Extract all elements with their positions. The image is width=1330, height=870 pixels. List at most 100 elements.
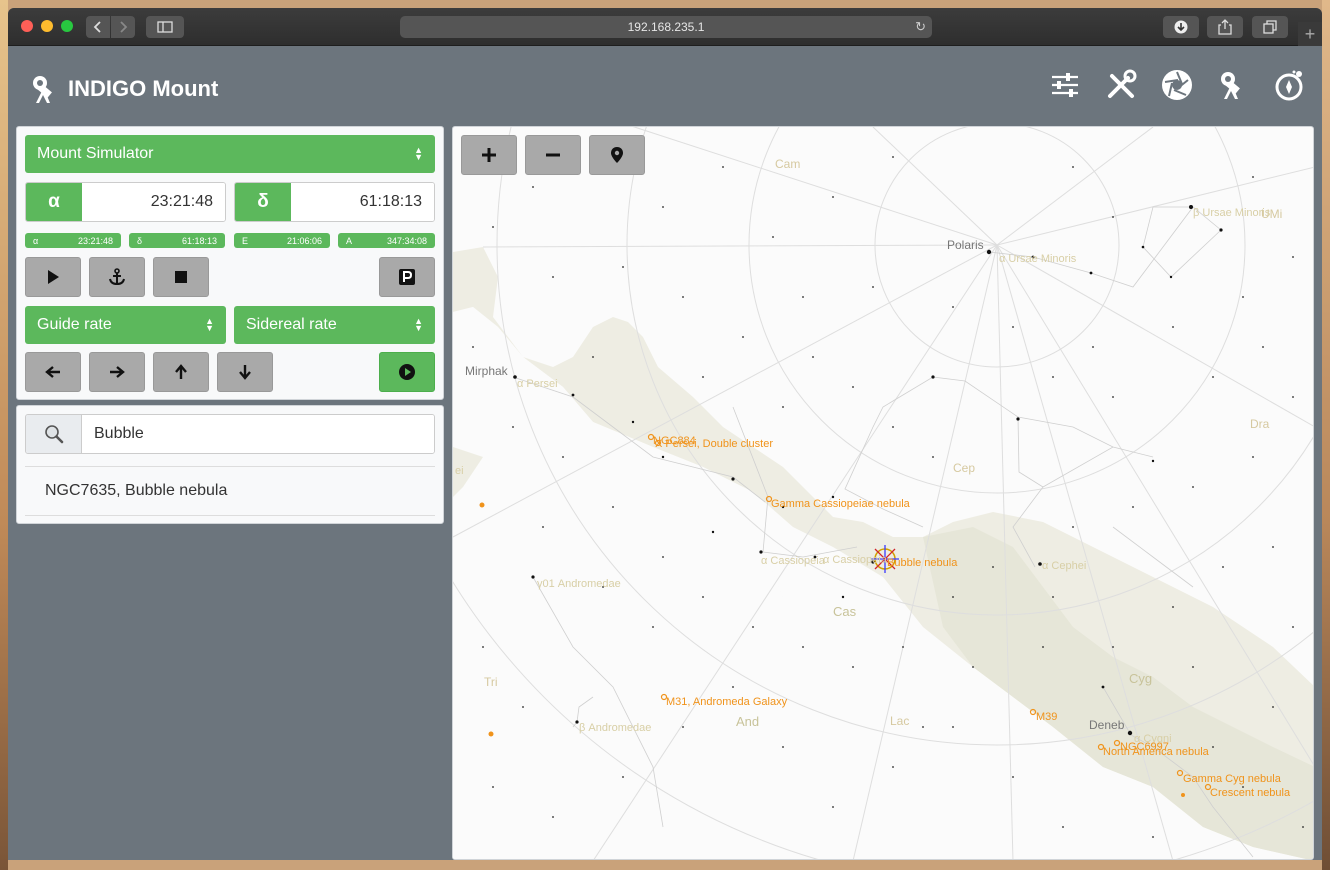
close-window-button[interactable] bbox=[21, 20, 33, 32]
device-select[interactable]: Mount Simulator ▲ ▼ bbox=[25, 135, 435, 173]
dso-label: Gamma Cyg nebula bbox=[1183, 773, 1281, 785]
badge-value: 61:18:13 bbox=[181, 235, 217, 246]
desktop-wallpaper-left bbox=[0, 0, 8, 870]
search-input[interactable] bbox=[82, 415, 434, 453]
forward-button[interactable] bbox=[111, 16, 135, 38]
downloads-button[interactable] bbox=[1163, 16, 1199, 38]
badge-label: E bbox=[242, 235, 249, 246]
dec-value[interactable]: 61:18:13 bbox=[291, 183, 434, 221]
constellation-label: Cyg bbox=[1129, 671, 1153, 686]
reload-icon[interactable]: ↻ bbox=[915, 19, 926, 35]
tab-overview-button[interactable] bbox=[1252, 16, 1288, 38]
stop-icon bbox=[175, 271, 187, 283]
telescope-icon bbox=[33, 76, 52, 103]
play-icon bbox=[48, 270, 59, 284]
tabs-icon bbox=[1263, 20, 1277, 34]
new-tab-button[interactable]: + bbox=[1298, 22, 1322, 46]
object-search-panel: NGC7635, Bubble nebula bbox=[16, 405, 444, 524]
move-south-button[interactable] bbox=[217, 352, 273, 392]
select-arrows-icon: ▲ ▼ bbox=[414, 145, 423, 162]
sky-compass-icon[interactable] bbox=[1272, 68, 1306, 102]
badge-label: δ bbox=[137, 235, 143, 246]
dec-field[interactable]: δ 61:18:13 bbox=[234, 182, 435, 222]
tools-icon[interactable] bbox=[1104, 68, 1138, 102]
browser-window: 192.168.235.1 ↻ + INDIGO Mount Mount Sim… bbox=[8, 8, 1322, 860]
dso-label: Bubble nebula bbox=[887, 557, 958, 569]
desktop-wallpaper-right bbox=[1322, 0, 1330, 870]
star-label: α Cassiopeia bbox=[761, 555, 825, 567]
plus-icon bbox=[482, 148, 496, 162]
badge-value: 23:21:48 bbox=[77, 235, 113, 246]
sky-map[interactable]: Cam UMi Dra Cep Cas Cyg Lac And Tri Pola… bbox=[452, 126, 1314, 860]
star-label: Mirphak bbox=[465, 364, 508, 378]
arrow-up-icon bbox=[175, 364, 187, 379]
abort-button[interactable] bbox=[153, 257, 209, 297]
dso-label: M31, Andromeda Galaxy bbox=[666, 696, 788, 708]
ra-field[interactable]: α 23:21:48 bbox=[25, 182, 226, 222]
sync-button[interactable] bbox=[89, 257, 145, 297]
mount-control-panel: Mount Simulator ▲ ▼ α 23:21:48 δ 61:18:13… bbox=[16, 126, 444, 400]
minimize-window-button[interactable] bbox=[41, 20, 53, 32]
park-button[interactable] bbox=[379, 257, 435, 297]
dec-badge: δ 61:18:13 bbox=[129, 233, 225, 248]
star-label: β Ursae Minoris bbox=[1193, 207, 1271, 219]
dso-label: North America nebula bbox=[1103, 746, 1209, 758]
dso-label: M39 bbox=[1036, 711, 1058, 723]
badge-value: 21:06:06 bbox=[286, 235, 322, 246]
star-label: ei bbox=[455, 465, 464, 477]
dec-label: δ bbox=[235, 183, 291, 221]
constellation-label: Cep bbox=[953, 461, 976, 475]
tracking-toggle-button[interactable] bbox=[379, 352, 435, 392]
url-text: 192.168.235.1 bbox=[627, 20, 705, 34]
constellation-label: Cas bbox=[833, 604, 857, 619]
ra-label: α bbox=[26, 183, 82, 221]
move-east-button[interactable] bbox=[89, 352, 145, 392]
constellation-label: And bbox=[736, 714, 760, 729]
ra-value[interactable]: 23:21:48 bbox=[82, 183, 225, 221]
star-label: α Persei bbox=[517, 378, 558, 390]
guide-rate-value: Guide rate bbox=[37, 316, 112, 333]
zoom-in-button[interactable] bbox=[461, 135, 517, 175]
dso-label: X Persei, Double cluster bbox=[655, 438, 773, 450]
badge-label: A bbox=[346, 235, 353, 246]
ra-badge: α 23:21:48 bbox=[25, 233, 121, 248]
park-icon bbox=[399, 269, 415, 285]
move-west-button[interactable] bbox=[25, 352, 81, 392]
brand[interactable]: INDIGO Mount bbox=[28, 72, 218, 106]
search-field bbox=[25, 414, 435, 454]
search-result-item[interactable]: NGC7635, Bubble nebula bbox=[25, 466, 435, 516]
arrow-down-icon bbox=[239, 365, 251, 380]
constellation-label: Tri bbox=[484, 675, 498, 689]
badge-value: 347:34:08 bbox=[386, 235, 427, 246]
tracking-rate-select[interactable]: Sidereal rate ▲ ▼ bbox=[234, 306, 435, 344]
telescope-icon[interactable] bbox=[1216, 68, 1250, 102]
star-label: Polaris bbox=[947, 238, 984, 252]
back-button[interactable] bbox=[86, 16, 110, 38]
top-toolbar bbox=[1048, 68, 1306, 102]
sliders-icon[interactable] bbox=[1048, 68, 1082, 102]
share-button[interactable] bbox=[1207, 16, 1243, 38]
aperture-icon[interactable] bbox=[1160, 68, 1194, 102]
constellation-label: Lac bbox=[890, 714, 910, 728]
play-circle-icon bbox=[399, 364, 415, 380]
map-pin-icon bbox=[611, 147, 623, 163]
address-bar[interactable]: 192.168.235.1 ↻ bbox=[400, 16, 932, 38]
azimuth-badge: A 347:34:08 bbox=[338, 233, 435, 248]
zoom-out-button[interactable] bbox=[525, 135, 581, 175]
select-arrows-icon: ▲ ▼ bbox=[205, 316, 214, 333]
share-icon bbox=[1218, 19, 1232, 35]
goto-button[interactable] bbox=[25, 257, 81, 297]
move-north-button[interactable] bbox=[153, 352, 209, 392]
search-icon-addon bbox=[26, 415, 82, 453]
tracking-rate-value: Sidereal rate bbox=[246, 316, 337, 333]
arrow-left-icon bbox=[45, 366, 60, 378]
select-arrows-icon: ▲ ▼ bbox=[414, 316, 423, 333]
minus-icon bbox=[546, 153, 560, 157]
download-icon bbox=[1174, 20, 1188, 34]
center-on-mount-button[interactable] bbox=[589, 135, 645, 175]
guide-rate-select[interactable]: Guide rate ▲ ▼ bbox=[25, 306, 226, 344]
dso-label: Gamma Cassiopeiae nebula bbox=[771, 498, 910, 510]
zoom-window-button[interactable] bbox=[61, 20, 73, 32]
sidebar-toggle-button[interactable] bbox=[146, 16, 184, 38]
arrow-right-icon bbox=[110, 366, 125, 378]
